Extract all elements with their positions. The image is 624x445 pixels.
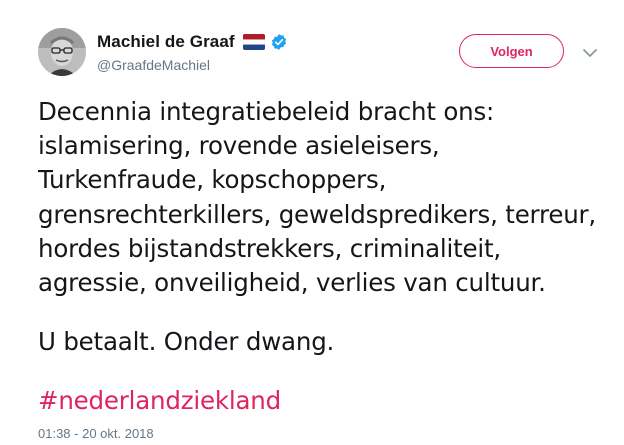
tweet-closing: U betaalt. Onder dwang. — [38, 327, 335, 357]
chevron-down-icon[interactable] — [582, 46, 598, 58]
netherlands-flag-icon — [242, 33, 265, 51]
tweet-timestamp[interactable]: 01:38 - 20 okt. 2018 — [38, 426, 154, 441]
tweet-line: Turkenfraude, kopschoppers, — [38, 165, 387, 195]
avatar[interactable] — [38, 28, 86, 76]
display-name[interactable]: Machiel de Graaf — [97, 32, 235, 52]
tweet-line: Decennia integratiebeleid bracht ons: — [38, 97, 495, 126]
tweet-line: islamisering, rovende asieleisers, — [38, 131, 440, 161]
verified-badge-icon — [270, 33, 288, 51]
tweet-card: Machiel de Graaf @GraafdeMachiel Volgen … — [0, 0, 624, 445]
tweet-text: Decennia integratiebeleid bracht ons: is… — [38, 95, 618, 419]
tweet-line: agressie, onveiligheid, verlies van cult… — [38, 267, 546, 297]
tweet-line: hordes bijstandstrekkers, criminaliteit, — [38, 233, 501, 263]
author-name-row[interactable]: Machiel de Graaf — [97, 31, 288, 53]
tweet-line: grensrechterkillers, geweldspredikers, t… — [38, 199, 597, 229]
author-handle[interactable]: @GraafdeMachiel — [97, 57, 210, 73]
hashtag-link[interactable]: #nederlandziekland — [38, 384, 618, 418]
avatar-photo — [38, 28, 86, 76]
follow-button[interactable]: Volgen — [459, 34, 564, 68]
